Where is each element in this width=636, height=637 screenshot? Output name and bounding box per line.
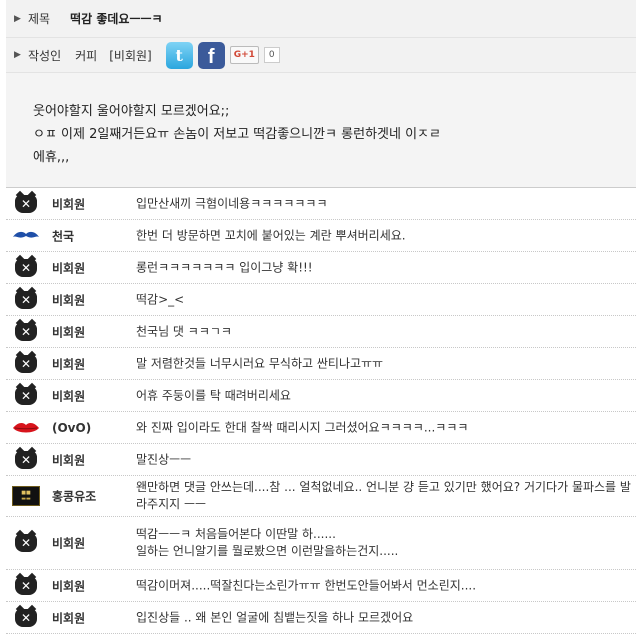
comment-author[interactable]: 비회원 xyxy=(52,609,85,626)
bullet-arrow-icon: ▶ xyxy=(14,13,21,24)
google-plus-count: 0 xyxy=(263,47,280,63)
x-face-icon: ✕ xyxy=(12,322,40,342)
author-row: ▶ 작성인 커피 [비회원] t f G+1 0 xyxy=(6,38,636,73)
x-face-shape: ✕ xyxy=(15,608,37,627)
comment-author[interactable]: 비회원 xyxy=(52,451,85,468)
post-line: ㅇㅍ 이제 2일째거든요ㅠ 손놈이 저보고 떡감좋으니깐ㅋ 롱런하겟네 이ㅈㄹ xyxy=(33,127,441,142)
author-label: 작성인 xyxy=(28,48,62,63)
comment-text: 떡감>_< xyxy=(136,292,185,306)
lips-shape xyxy=(13,422,39,432)
mustache-shape xyxy=(13,231,39,238)
x-face-shape: ✕ xyxy=(15,534,37,552)
comment-row: ✕ 비회원 천국님 댓 ㅋㅋㄱㅋ xyxy=(6,316,636,348)
comment-text: 한번 더 방문하면 꼬치에 붙어있는 계란 뿌셔버리세요. xyxy=(136,228,406,242)
comment-text: 왠만하면 댓글 안쓰는데....참 ... 얼척없네요.. 언니분 걍 듣고 있… xyxy=(136,480,631,511)
comment-row: ✕ 비회원 롱런ㅋㅋㅋㅋㅋㅋㅋ 입이그냥 확!!! xyxy=(6,252,636,284)
post-line: 에휴,,, xyxy=(33,150,70,165)
x-face-icon: ✕ xyxy=(12,533,40,553)
x-face-icon: ✕ xyxy=(12,290,40,310)
comment-row: ✕ 비회원 떡감>_< xyxy=(6,284,636,316)
comment-text: 말진상ㅡㅡ xyxy=(136,452,192,466)
x-face-icon: ✕ xyxy=(12,450,40,470)
x-face-icon: ✕ xyxy=(12,258,40,278)
title-row: ▶ 제목 떡감 좋데요ㅡㅡㅋ xyxy=(6,0,636,38)
comment-author[interactable]: 천국 xyxy=(52,227,74,244)
comment-author[interactable]: 비회원 xyxy=(52,355,85,372)
comment-author[interactable]: 비회원 xyxy=(52,291,85,308)
facebook-icon[interactable]: f xyxy=(197,41,225,69)
comment-row: ✕ 비회원 말 저렴한것들 너무시러요 무식하고 싼티나고ㅠㅠ xyxy=(6,348,636,380)
bullet-arrow-icon: ▶ xyxy=(14,50,21,60)
x-face-shape: ✕ xyxy=(15,194,37,213)
x-face-shape: ✕ xyxy=(15,322,37,341)
x-face-icon: ✕ xyxy=(12,386,40,406)
post-line: 웃어야할지 울어야할지 모르겠어요;; xyxy=(33,104,230,119)
brand-logo-shape: ■■ ▬▬ xyxy=(12,486,40,506)
comment-author[interactable]: 비회원 xyxy=(52,259,85,276)
comment-row: ■■ ▬▬ 홍콩유조 왠만하면 댓글 안쓰는데....참 ... 얼척없네요.. 언니… xyxy=(6,476,636,517)
x-face-shape: ✕ xyxy=(15,258,37,277)
comment-author[interactable]: (OvO) xyxy=(52,421,91,435)
author-name: 커피 xyxy=(75,48,98,63)
x-face-icon: ✕ xyxy=(12,354,40,374)
comment-text: 떡감ㅡㅡㅋ 처음들어본다 이딴말 하...... 일하는 언니알기를 뭘로봤으면… xyxy=(136,527,399,558)
comment-row: ✕ 비회원 입진상들 .. 왜 본인 얼굴에 침뱉는짓을 하나 모르겠어요 xyxy=(6,602,636,634)
comment-text: 어휴 주둥이를 탁 때려버리세요 xyxy=(136,388,291,402)
x-face-shape: ✕ xyxy=(15,450,37,469)
comment-author[interactable]: 홍콩유조 xyxy=(52,488,96,505)
comment-row: ✕ 비회원 입만산새끼 극혐이네용ㅋㅋㅋㅋㅋㅋㅋ xyxy=(6,188,636,220)
comment-text: 입진상들 .. 왜 본인 얼굴에 침뱉는짓을 하나 모르겠어요 xyxy=(136,610,414,624)
comment-list: ✕ 비회원 입만산새끼 극혐이네용ㅋㅋㅋㅋㅋㅋㅋ 천국 한번 더 방문하면 꼬치에 붙어… xyxy=(6,188,636,634)
comment-row: ✕ 비회원 떡감ㅡㅡㅋ 처음들어본다 이딴말 하...... 일하는 언니알기를 뭘… xyxy=(6,517,636,570)
mustache-icon xyxy=(12,226,40,246)
x-face-shape: ✕ xyxy=(15,290,37,309)
comment-author[interactable]: 비회원 xyxy=(52,195,85,212)
comment-author[interactable]: 비회원 xyxy=(52,387,85,404)
lips-icon xyxy=(12,418,40,438)
x-face-icon: ✕ xyxy=(12,194,40,214)
x-face-shape: ✕ xyxy=(15,386,37,405)
google-plus-button[interactable]: G+1 xyxy=(229,46,259,64)
comment-text: 와 진짜 입이라도 한대 찰싹 때리시지 그러셨어요ㅋㅋㅋㅋ...ㅋㅋㅋ xyxy=(136,420,469,434)
x-face-icon: ✕ xyxy=(12,576,40,596)
x-face-icon: ✕ xyxy=(12,608,40,628)
comment-row: (OvO) 와 진짜 입이라도 한대 찰싹 때리시지 그러셨어요ㅋㅋㅋㅋ...ㅋㅋ… xyxy=(6,412,636,444)
post-body: 웃어야할지 울어야할지 모르겠어요;; ㅇㅍ 이제 2일째거든요ㅠ 손놈이 저보… xyxy=(6,73,636,188)
x-face-shape: ✕ xyxy=(15,354,37,373)
comment-author[interactable]: 비회원 xyxy=(52,323,85,340)
title-label: 제목 xyxy=(28,12,51,26)
comment-row: ✕ 비회원 어휴 주둥이를 탁 때려버리세요 xyxy=(6,380,636,412)
author-level: [비회원] xyxy=(109,48,152,63)
comment-text: 입만산새끼 극혐이네용ㅋㅋㅋㅋㅋㅋㅋ xyxy=(136,196,328,210)
x-face-shape: ✕ xyxy=(15,576,37,595)
comment-text: 말 저렴한것들 너무시러요 무식하고 싼티나고ㅠㅠ xyxy=(136,356,384,370)
comment-author[interactable]: 비회원 xyxy=(52,535,85,552)
share-buttons: t f G+1 0 xyxy=(165,41,280,69)
comment-row: ✕ 비회원 떡감이머져.....떡잘친다는소린가ㅠㅠ 한번도안들어봐서 먼소린지..… xyxy=(6,570,636,602)
comment-text: 떡감이머져.....떡잘친다는소린가ㅠㅠ 한번도안들어봐서 먼소린지.... xyxy=(136,578,477,592)
comment-text: 롱런ㅋㅋㅋㅋㅋㅋㅋ 입이그냥 확!!! xyxy=(136,260,313,274)
comment-row: ✕ 비회원 말진상ㅡㅡ xyxy=(6,444,636,476)
post-title: 떡감 좋데요ㅡㅡㅋ xyxy=(70,12,163,26)
comment-row: 천국 한번 더 방문하면 꼬치에 붙어있는 계란 뿌셔버리세요. xyxy=(6,220,636,252)
twitter-icon[interactable]: t xyxy=(165,41,193,69)
comment-author[interactable]: 비회원 xyxy=(52,577,85,594)
brand-icon: ■■ ▬▬ xyxy=(12,486,40,506)
comment-text: 천국님 댓 ㅋㅋㄱㅋ xyxy=(136,324,232,338)
